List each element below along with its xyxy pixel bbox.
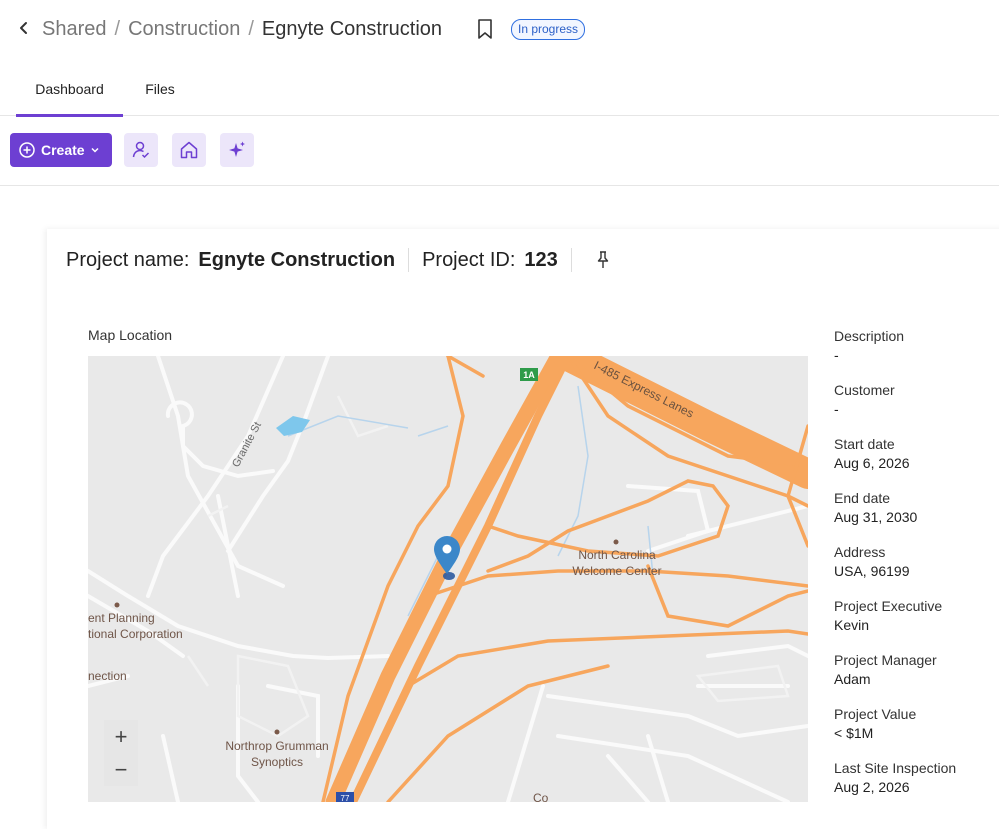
detail-project-value: Project Value < $1M — [834, 705, 994, 759]
poi-label-nc-line1: North Carolina — [578, 548, 656, 562]
detail-value: Aug 6, 2026 — [834, 455, 910, 471]
detail-value: - — [834, 347, 839, 363]
chevron-left-icon[interactable] — [14, 15, 34, 41]
project-id-value: 123 — [524, 248, 558, 271]
breadcrumb-separator: / — [114, 18, 121, 40]
project-header: Project name: Egnyte Construction Projec… — [66, 245, 611, 275]
poi-label-nc-line2: Welcome Center — [572, 564, 661, 578]
detail-value: Aug 31, 2030 — [834, 509, 918, 525]
detail-label: Description — [834, 328, 905, 344]
detail-customer: Customer - — [834, 381, 994, 435]
breadcrumb: Shared / Construction / Egnyte Construction — [42, 16, 442, 42]
poi-label-connection: nection — [88, 669, 127, 683]
create-button[interactable]: Create — [10, 133, 112, 167]
detail-label: Project Manager — [834, 652, 937, 668]
map[interactable]: 1A 77 North Carolina Welcome Center ent … — [88, 356, 808, 802]
poi-label-planning-line1: ent Planning — [88, 611, 155, 625]
exit-shield-label: 1A — [523, 370, 535, 380]
detail-label: Project Value — [834, 706, 917, 722]
project-name-value: Egnyte Construction — [198, 248, 396, 271]
road-label-partial: Co — [533, 791, 549, 802]
page-header: Shared / Construction / Egnyte Construction … — [0, 0, 999, 58]
detail-value: Aug 2, 2026 — [834, 779, 910, 795]
detail-label: End date — [834, 490, 891, 506]
detail-project-executive: Project Executive Kevin — [834, 597, 994, 651]
map-location-label: Map Location — [88, 327, 173, 343]
detail-value: Adam — [834, 671, 871, 687]
map-canvas: 1A 77 North Carolina Welcome Center ent … — [88, 356, 808, 802]
detail-last-site-inspection: Last Site Inspection Aug 2, 2026 — [834, 759, 994, 813]
detail-value: < $1M — [834, 725, 874, 741]
breadcrumb-shared[interactable]: Shared — [42, 18, 107, 40]
map-zoom-control: + − — [104, 720, 138, 786]
detail-description: Description - — [834, 327, 994, 381]
sparkle-icon — [229, 141, 245, 157]
breadcrumb-separator: / — [248, 18, 254, 40]
tab-dashboard[interactable]: Dashboard — [16, 70, 123, 117]
assign-user-button[interactable] — [124, 133, 158, 167]
street-label-granite: Granite St — [230, 420, 264, 469]
divider — [408, 248, 410, 272]
create-button-label: Create — [41, 142, 85, 158]
toolbar: Create — [0, 115, 999, 186]
page-title: Egnyte Construction — [261, 18, 443, 40]
interstate-shield-label: 77 — [341, 794, 350, 802]
people-check-icon — [132, 141, 150, 159]
detail-label: Project Executive — [834, 598, 943, 614]
poi-label-northrop-line2: Synoptics — [251, 755, 303, 769]
project-name-label: Project name: — [66, 248, 190, 271]
poi-label-planning-line2: tional Corporation — [88, 627, 183, 641]
detail-label: Start date — [834, 436, 895, 452]
chevron-down-icon — [91, 147, 99, 153]
detail-address: Address USA, 96199 — [834, 543, 994, 597]
pin-icon[interactable] — [595, 250, 611, 270]
detail-value: - — [834, 401, 839, 417]
project-details: Description - Customer - Start date Aug 6, … — [834, 327, 994, 813]
detail-value: Kevin — [834, 617, 870, 633]
zoom-out-button[interactable]: − — [104, 753, 138, 786]
detail-start-date: Start date Aug 6, 2026 — [834, 435, 994, 489]
ai-assistant-button[interactable] — [220, 133, 254, 167]
detail-project-manager: Project Manager Adam — [834, 651, 994, 705]
home-icon — [180, 141, 198, 159]
project-id-label: Project ID: — [422, 248, 516, 271]
detail-end-date: End date Aug 31, 2030 — [834, 489, 994, 543]
plus-circle-icon — [19, 142, 35, 158]
breadcrumb-construction[interactable]: Construction — [128, 18, 240, 40]
zoom-in-button[interactable]: + — [104, 720, 138, 753]
status-badge: In progress — [511, 19, 586, 40]
detail-value: USA, 96199 — [834, 563, 910, 579]
tab-bar: Dashboard Files — [0, 70, 999, 117]
detail-label: Last Site Inspection — [834, 760, 957, 776]
tab-files[interactable]: Files — [138, 70, 182, 114]
detail-label: Address — [834, 544, 886, 560]
poi-label-northrop-line1: Northrop Grumman — [225, 739, 328, 753]
detail-label: Customer — [834, 382, 895, 398]
bookmark-icon[interactable] — [476, 17, 494, 41]
home-button[interactable] — [172, 133, 206, 167]
divider — [570, 248, 572, 272]
